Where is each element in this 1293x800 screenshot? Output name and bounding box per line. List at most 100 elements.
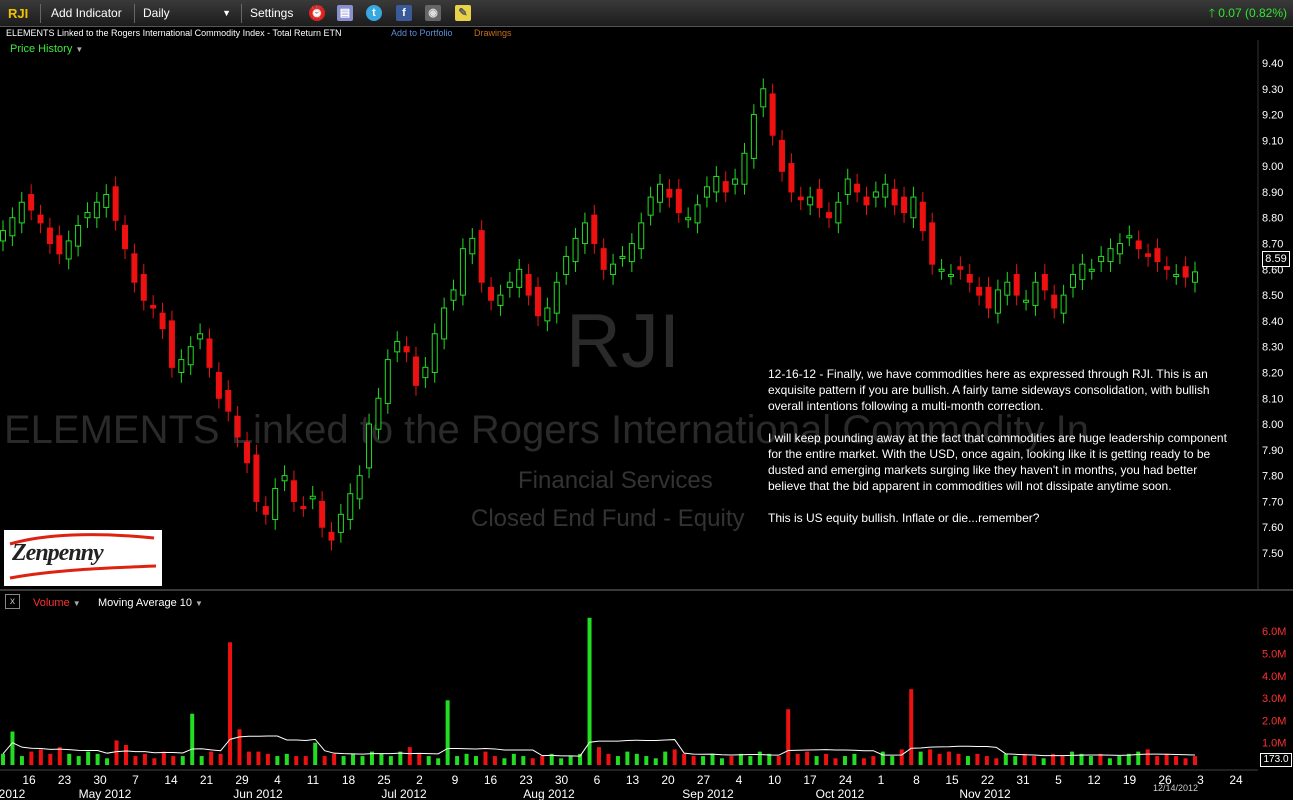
volume-bar: [568, 756, 573, 765]
annotation-paragraph: I will keep pounding away at the fact th…: [768, 431, 1227, 493]
volume-bar: [540, 756, 545, 765]
volume-bar: [994, 758, 999, 765]
candle-body: [741, 152, 748, 185]
candle-body: [206, 338, 213, 368]
candle-body: [215, 371, 222, 399]
volume-bar: [1003, 753, 1008, 765]
candle-body: [863, 196, 870, 206]
volume-bar: [956, 753, 961, 765]
candle-body: [1041, 273, 1048, 291]
candle-body: [309, 495, 316, 500]
candle-body: [1023, 299, 1030, 303]
candle-body: [1163, 266, 1170, 270]
volume-bar: [738, 753, 743, 765]
volume-bar: [701, 756, 706, 765]
x-month-label: Aug 2012: [523, 787, 575, 800]
volume-bar: [1155, 756, 1160, 765]
volume-tick-label: 6.0M: [1262, 626, 1286, 638]
candle-body: [131, 253, 138, 283]
x-day-label: 19: [1123, 773, 1137, 787]
close-pane-icon[interactable]: x: [5, 594, 20, 609]
candle-body: [891, 188, 898, 206]
pane-divider[interactable]: [0, 589, 1293, 591]
volume-bar: [928, 749, 933, 765]
candle-body: [366, 423, 373, 469]
candle-body: [1116, 243, 1123, 255]
price-tick-label: 9.10: [1262, 135, 1283, 147]
x-day-label: 27: [697, 773, 711, 787]
price-tick-label: 9.30: [1262, 84, 1283, 96]
volume-tick-label: 1.0M: [1262, 738, 1286, 750]
volume-bar: [237, 729, 242, 765]
volume-bar: [606, 753, 611, 765]
volume-bar: [984, 756, 989, 765]
volume-bar: [672, 749, 677, 765]
volume-bar: [1193, 756, 1197, 765]
candle-body: [328, 531, 335, 541]
volume-bar: [10, 731, 15, 765]
candle-body: [976, 286, 983, 296]
candle-body: [159, 312, 166, 330]
candle-body: [37, 214, 44, 224]
candle-body: [675, 188, 682, 214]
volume-bar: [1145, 749, 1150, 765]
x-day-label: 7: [132, 773, 139, 787]
volume-bar: [228, 642, 233, 765]
candle-body: [872, 191, 879, 198]
volume-bar: [871, 756, 876, 765]
candle-body: [112, 186, 119, 221]
volume-bar: [644, 756, 649, 765]
x-day-label: 9: [452, 773, 459, 787]
candle-body: [563, 255, 570, 275]
candle-body: [244, 441, 251, 464]
candle-body: [431, 333, 438, 373]
volume-bar: [332, 753, 337, 765]
x-day-label: 10: [768, 773, 782, 787]
candle-body: [412, 356, 419, 386]
x-month-label: May 2012: [79, 787, 132, 800]
annotation-text: 12-16-12 - Finally, we have commodities …: [768, 366, 1233, 542]
volume-bar: [492, 756, 497, 765]
candle-body: [703, 186, 710, 198]
volume-bar: [199, 756, 204, 765]
price-tick-label: 9.40: [1262, 58, 1283, 70]
candle-body: [488, 286, 495, 301]
volume-bar: [76, 756, 81, 765]
candle-body: [1004, 281, 1011, 296]
candle-body: [1079, 263, 1086, 281]
candle-body: [290, 480, 297, 502]
price-tick-label: 8.70: [1262, 239, 1283, 251]
volume-bar: [360, 756, 365, 765]
annotation-paragraph: This is US equity bullish. Inflate or di…: [768, 511, 1040, 525]
volume-bar: [1060, 756, 1065, 765]
x-day-label: 5: [1055, 773, 1062, 787]
candle-body: [769, 93, 776, 136]
volume-bar: [417, 753, 422, 765]
volume-bar: [256, 751, 261, 765]
x-axis: 16 23 30 7 14 21 29 4 11 18 25 2 9 16 23 30 6 13 20 27 4 10 17…: [0, 769, 1258, 800]
price-tick-label: 8.80: [1262, 213, 1283, 225]
candle-body: [403, 346, 410, 353]
volume-bar: [682, 753, 687, 765]
candle-body: [75, 224, 82, 247]
x-day-label: 16: [22, 773, 36, 787]
volume-indicator-menu[interactable]: Volume ▼: [33, 597, 81, 609]
volume-bar: [1136, 751, 1141, 765]
x-day-label: 21: [200, 773, 214, 787]
volume-bar: [313, 742, 318, 765]
x-day-label: 11: [307, 773, 320, 787]
x-day-label: 20: [661, 773, 675, 787]
candle-body: [807, 196, 814, 206]
moving-average-menu[interactable]: Moving Average 10 ▼: [98, 597, 203, 609]
volume-bar: [86, 751, 91, 765]
price-tick-label: 7.60: [1262, 522, 1283, 534]
volume-bar: [729, 756, 734, 765]
x-day-label: 23: [58, 773, 72, 787]
candle-body: [140, 273, 147, 301]
last-volume-label: 173.0: [1260, 753, 1292, 767]
volume-bar: [95, 753, 100, 765]
candle-body: [375, 397, 382, 430]
candle-body: [150, 304, 157, 309]
x-day-label: 29: [235, 773, 249, 787]
candle-body: [122, 224, 129, 250]
